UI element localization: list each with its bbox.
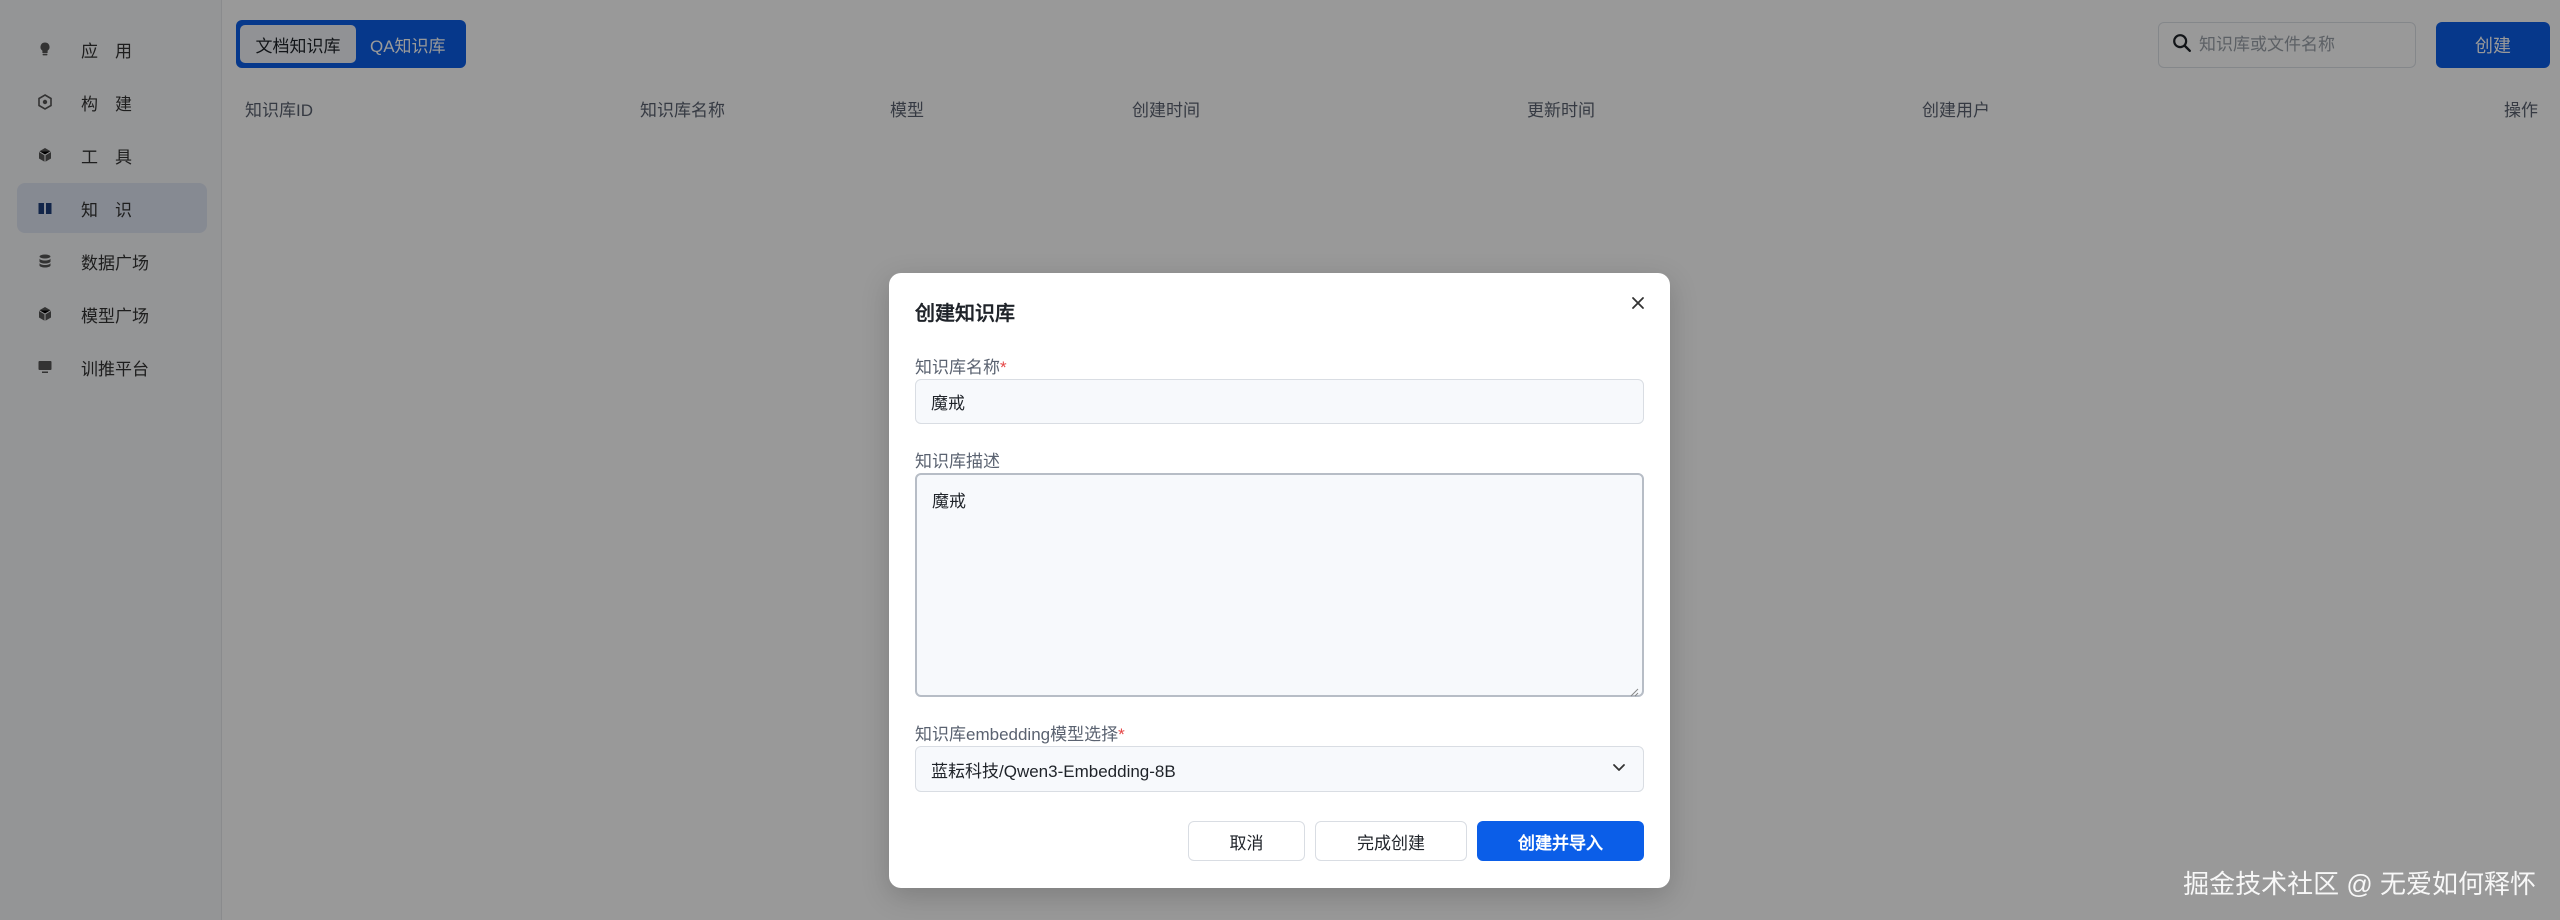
close-button[interactable] — [1626, 293, 1650, 317]
chevron-down-icon — [1610, 758, 1628, 781]
watermark: 掘金技术社区 @ 无爱如何释怀 — [2183, 869, 2536, 899]
cancel-button[interactable]: 取消 — [1188, 821, 1305, 861]
close-icon — [1630, 295, 1646, 316]
selected-model: 蓝耘科技/Qwen3-Embedding-8B — [931, 761, 1176, 781]
resize-grip-icon[interactable] — [1629, 682, 1639, 697]
description-text: 魔戒 — [932, 492, 966, 511]
knowledge-name-input[interactable]: 魔戒 — [915, 379, 1644, 424]
name-field-label: 知识库名称* — [915, 358, 1007, 377]
finish-create-button[interactable]: 完成创建 — [1315, 821, 1467, 861]
description-field-label: 知识库描述 — [915, 452, 1000, 471]
required-mark: * — [1118, 725, 1125, 744]
knowledge-description-textarea[interactable]: 魔戒 — [915, 473, 1644, 697]
embedding-model-select[interactable]: 蓝耘科技/Qwen3-Embedding-8B — [915, 746, 1644, 792]
required-mark: * — [1000, 358, 1007, 377]
dialog-title: 创建知识库 — [915, 303, 1015, 325]
model-field-label: 知识库embedding模型选择* — [915, 725, 1125, 744]
create-and-import-button[interactable]: 创建并导入 — [1477, 821, 1644, 861]
create-knowledge-dialog: 创建知识库 知识库名称* 魔戒 知识库描述 魔戒 知识库embedding模型选… — [889, 273, 1670, 888]
